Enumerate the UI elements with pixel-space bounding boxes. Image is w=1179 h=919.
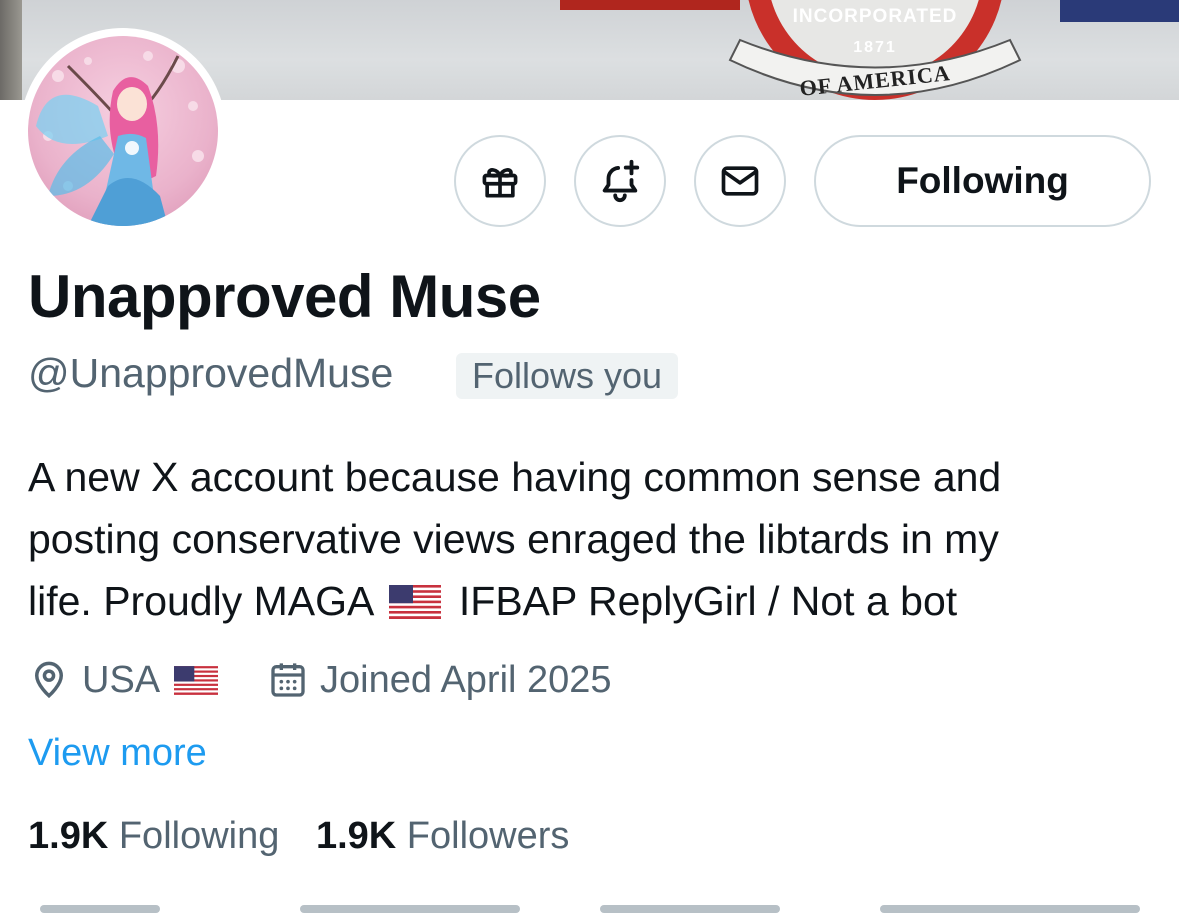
- location-text: USA: [82, 658, 161, 701]
- bio-line: posting conservative views enraged the l…: [28, 516, 999, 562]
- bio-line: life. Proudly MAGA IFBAP ReplyGirl / Not…: [28, 570, 1158, 632]
- joined-text: Joined April 2025: [320, 658, 612, 701]
- avatar[interactable]: [20, 28, 226, 234]
- notifications-button[interactable]: [574, 135, 666, 227]
- followers-count: 1.9K: [315, 815, 397, 857]
- follows-you-badge: Follows you: [456, 353, 679, 399]
- fairy-illustration: [36, 51, 204, 226]
- display-name: Unapproved Muse: [28, 263, 541, 330]
- calendar-icon: [271, 663, 305, 697]
- follow-stats: 1.9K Following 1.9K Followers: [28, 815, 569, 858]
- profile-bio: A new X account because having common se…: [28, 446, 1158, 632]
- profile-joined-date: Joined April 2025: [268, 655, 612, 705]
- following-count: 1.9K: [28, 815, 109, 857]
- bio-text: IFBAP ReplyGirl / Not a bot: [458, 578, 958, 624]
- bell-plus-icon: [602, 159, 640, 203]
- following-stat[interactable]: 1.9K Following: [28, 815, 290, 857]
- banner-pole: [0, 0, 22, 100]
- user-handle: @UnapprovedMuse: [28, 350, 394, 396]
- bio-line: A new X account because having common se…: [28, 454, 1002, 500]
- gift-button[interactable]: [454, 135, 546, 227]
- seal-year: 1871: [853, 39, 897, 56]
- location-pin-icon: [34, 661, 64, 699]
- view-more-link[interactable]: View more: [28, 732, 207, 775]
- envelope-icon: [721, 166, 759, 196]
- bio-text: life. Proudly MAGA: [28, 578, 373, 624]
- following-button[interactable]: Following: [814, 135, 1151, 227]
- truncated-content: [0, 905, 1179, 919]
- us-flag-icon: [389, 585, 442, 619]
- following-label: Following: [118, 815, 280, 857]
- us-flag-icon: [174, 665, 219, 695]
- followers-stat[interactable]: 1.9K Followers: [316, 815, 569, 857]
- message-button[interactable]: [694, 135, 786, 227]
- profile-location: USA: [28, 655, 224, 705]
- followers-label: Followers: [406, 815, 570, 857]
- seal-top-text: INCORPORATED: [793, 6, 958, 27]
- avatar-image: [28, 36, 218, 226]
- banner-seal: INCORPORATED 1871 OF AMERICA: [728, 0, 1022, 100]
- gift-icon: [482, 168, 518, 198]
- banner-stripe-right: [1060, 0, 1179, 22]
